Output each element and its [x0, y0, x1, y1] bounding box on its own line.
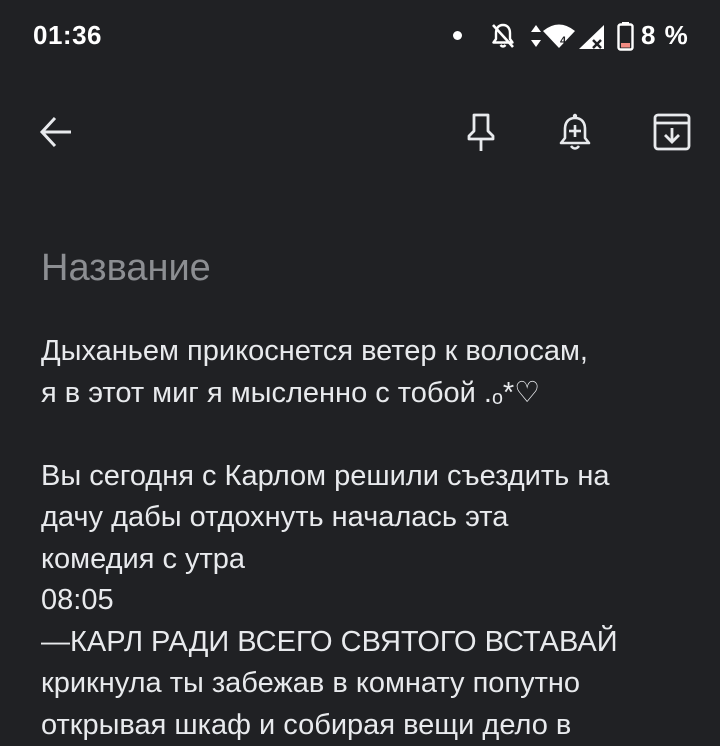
data-arrows-icon	[530, 24, 542, 53]
archive-button[interactable]	[644, 106, 700, 162]
pin-button[interactable]	[453, 106, 509, 162]
note-body-line: дачу дабы отдохнуть началась эта	[41, 497, 691, 539]
note-body-line: я в этот миг я мысленно с тобой .ₒ*♡	[41, 373, 691, 415]
pin-icon	[466, 112, 496, 157]
battery-low-icon	[617, 21, 634, 56]
svg-text:4: 4	[560, 35, 567, 47]
note-body-line: Дыханьем прикоснется ветер к волосам,	[41, 331, 691, 373]
note-body-field[interactable]: Дыханьем прикоснется ветер к волосам, я …	[41, 331, 691, 746]
note-body-line: крикнула ты забежав в комнату попутно	[41, 663, 691, 705]
note-body-line: открывая шкаф и собирая вещи дело в	[41, 705, 691, 746]
back-button[interactable]	[28, 106, 84, 162]
note-body-line: комедия с утра	[41, 539, 691, 581]
bell-off-icon	[490, 22, 516, 55]
battery-percentage: 8 %	[641, 20, 689, 51]
note-body-line: 08:05	[41, 580, 691, 622]
add-reminder-button[interactable]	[547, 106, 603, 162]
archive-icon	[653, 113, 691, 156]
wifi-icon: 4	[542, 22, 576, 55]
add-reminder-icon	[557, 112, 593, 157]
note-body-line	[41, 414, 691, 456]
note-body-line: Вы сегодня с Карлом решили съездить на	[41, 456, 691, 498]
status-time: 01:36	[33, 20, 102, 51]
note-title-field[interactable]: Название	[41, 247, 681, 290]
notification-dot-icon	[453, 31, 462, 40]
status-bar: 01:36 4	[0, 0, 720, 72]
cell-signal-icon	[578, 24, 606, 55]
note-body-line: —КАРЛ РАДИ ВСЕГО СВЯТОГО ВСТАВАЙ	[41, 622, 691, 664]
back-arrow-icon	[38, 114, 74, 155]
